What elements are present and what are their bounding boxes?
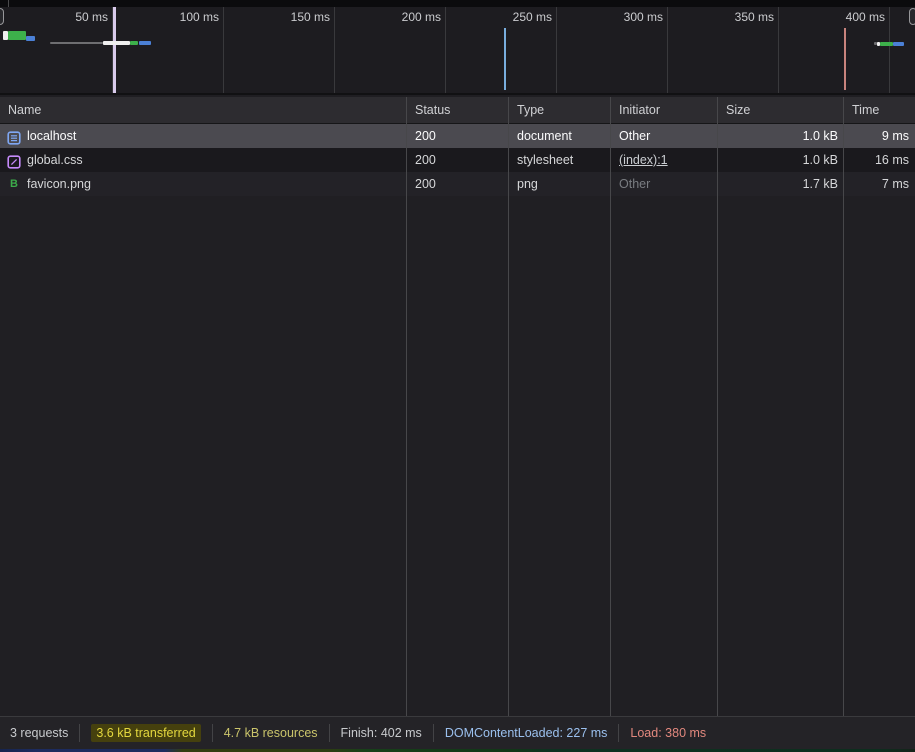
status-divider xyxy=(329,724,330,742)
transferred-size: 3.6 kB transferred xyxy=(91,724,200,742)
request-size: 1.7 kB xyxy=(718,172,844,196)
request-initiator: Other xyxy=(611,172,718,196)
grid-line xyxy=(778,7,779,93)
waterfall-bar-global-css xyxy=(50,42,103,44)
waterfall-bar-localhost xyxy=(26,36,35,41)
load-event-marker xyxy=(844,28,846,90)
network-panel: 50 ms 100 ms 150 ms 200 ms 250 ms 300 ms… xyxy=(0,0,915,752)
image-thumbnail-icon: B xyxy=(7,177,21,191)
request-time: 16 ms xyxy=(844,148,915,172)
request-type: png xyxy=(509,172,611,196)
resources-size: 4.7 kB resources xyxy=(224,726,318,740)
initiator-link[interactable]: (index):1 xyxy=(619,153,668,167)
load-time: Load: 380 ms xyxy=(630,726,706,740)
table-empty-area xyxy=(0,196,915,716)
column-header-time[interactable]: Time xyxy=(844,97,915,123)
stylesheet-icon xyxy=(7,153,21,167)
table-row-global-css[interactable]: global.css 200 stylesheet (index):1 1.0 … xyxy=(0,148,915,172)
status-divider xyxy=(212,724,213,742)
domcontentloaded-time: DOMContentLoaded: 227 ms xyxy=(445,726,608,740)
request-name: global.css xyxy=(27,148,83,172)
column-header-status[interactable]: Status xyxy=(407,97,509,123)
request-status: 200 xyxy=(407,124,509,148)
request-status: 200 xyxy=(407,148,509,172)
grid-line xyxy=(556,7,557,93)
document-icon xyxy=(7,129,21,143)
timeline-hover-marker xyxy=(113,7,116,93)
grid-line xyxy=(445,7,446,93)
time-tick-label: 150 ms xyxy=(250,10,330,24)
time-tick-label: 350 ms xyxy=(694,10,774,24)
time-tick-label: 200 ms xyxy=(361,10,441,24)
time-tick-label: 300 ms xyxy=(583,10,663,24)
request-size: 1.0 kB xyxy=(718,124,844,148)
request-type: document xyxy=(509,124,611,148)
column-header-type[interactable]: Type xyxy=(509,97,611,123)
column-divider[interactable] xyxy=(717,97,718,716)
waterfall-bar-global-css xyxy=(103,41,130,45)
column-divider[interactable] xyxy=(610,97,611,716)
request-size: 1.0 kB xyxy=(718,148,844,172)
overview-strip-tick xyxy=(8,0,9,7)
requests-table: Name Status Type Initiator Size Time loc… xyxy=(0,97,915,716)
waterfall-bar-favicon xyxy=(880,42,893,46)
waterfall-bar-favicon xyxy=(893,42,904,46)
range-handle-right[interactable] xyxy=(909,8,915,25)
request-count: 3 requests xyxy=(10,726,68,740)
waterfall-bar-global-css xyxy=(130,41,138,45)
column-header-name[interactable]: Name xyxy=(0,97,407,123)
request-name-cell: localhost xyxy=(0,124,407,148)
request-initiator: Other xyxy=(611,124,718,148)
time-tick-label: 100 ms xyxy=(139,10,219,24)
request-name: favicon.png xyxy=(27,172,91,196)
status-bar: 3 requests 3.6 kB transferred 4.7 kB res… xyxy=(0,716,915,749)
request-time: 7 ms xyxy=(844,172,915,196)
time-tick-label: 250 ms xyxy=(472,10,552,24)
request-name-cell: B favicon.png xyxy=(0,172,407,196)
overview-top-strip xyxy=(0,0,915,7)
range-handle-left[interactable] xyxy=(0,8,4,25)
grid-line xyxy=(667,7,668,93)
table-row-localhost[interactable]: localhost 200 document Other 1.0 kB 9 ms xyxy=(0,124,915,148)
status-divider xyxy=(618,724,619,742)
column-header-size[interactable]: Size xyxy=(718,97,844,123)
table-header: Name Status Type Initiator Size Time xyxy=(0,97,915,124)
request-name-cell: global.css xyxy=(0,148,407,172)
status-divider xyxy=(433,724,434,742)
column-divider[interactable] xyxy=(508,97,509,716)
waterfall-bar-localhost xyxy=(8,31,26,40)
column-header-initiator[interactable]: Initiator xyxy=(611,97,718,123)
grid-line xyxy=(889,7,890,93)
request-name: localhost xyxy=(27,124,76,148)
domcontentloaded-marker xyxy=(504,28,506,90)
grid-line xyxy=(223,7,224,93)
grid-line xyxy=(334,7,335,93)
network-overview-timeline[interactable]: 50 ms 100 ms 150 ms 200 ms 250 ms 300 ms… xyxy=(0,7,915,95)
column-divider[interactable] xyxy=(406,97,407,716)
request-time: 9 ms xyxy=(844,124,915,148)
column-divider[interactable] xyxy=(843,97,844,716)
time-tick-label: 50 ms xyxy=(28,10,108,24)
waterfall-bar-global-css xyxy=(139,41,151,45)
finish-time: Finish: 402 ms xyxy=(341,726,422,740)
status-divider xyxy=(79,724,80,742)
request-type: stylesheet xyxy=(509,148,611,172)
request-status: 200 xyxy=(407,172,509,196)
time-tick-label: 400 ms xyxy=(805,10,885,24)
table-row-favicon[interactable]: B favicon.png 200 png Other 1.7 kB 7 ms xyxy=(0,172,915,196)
